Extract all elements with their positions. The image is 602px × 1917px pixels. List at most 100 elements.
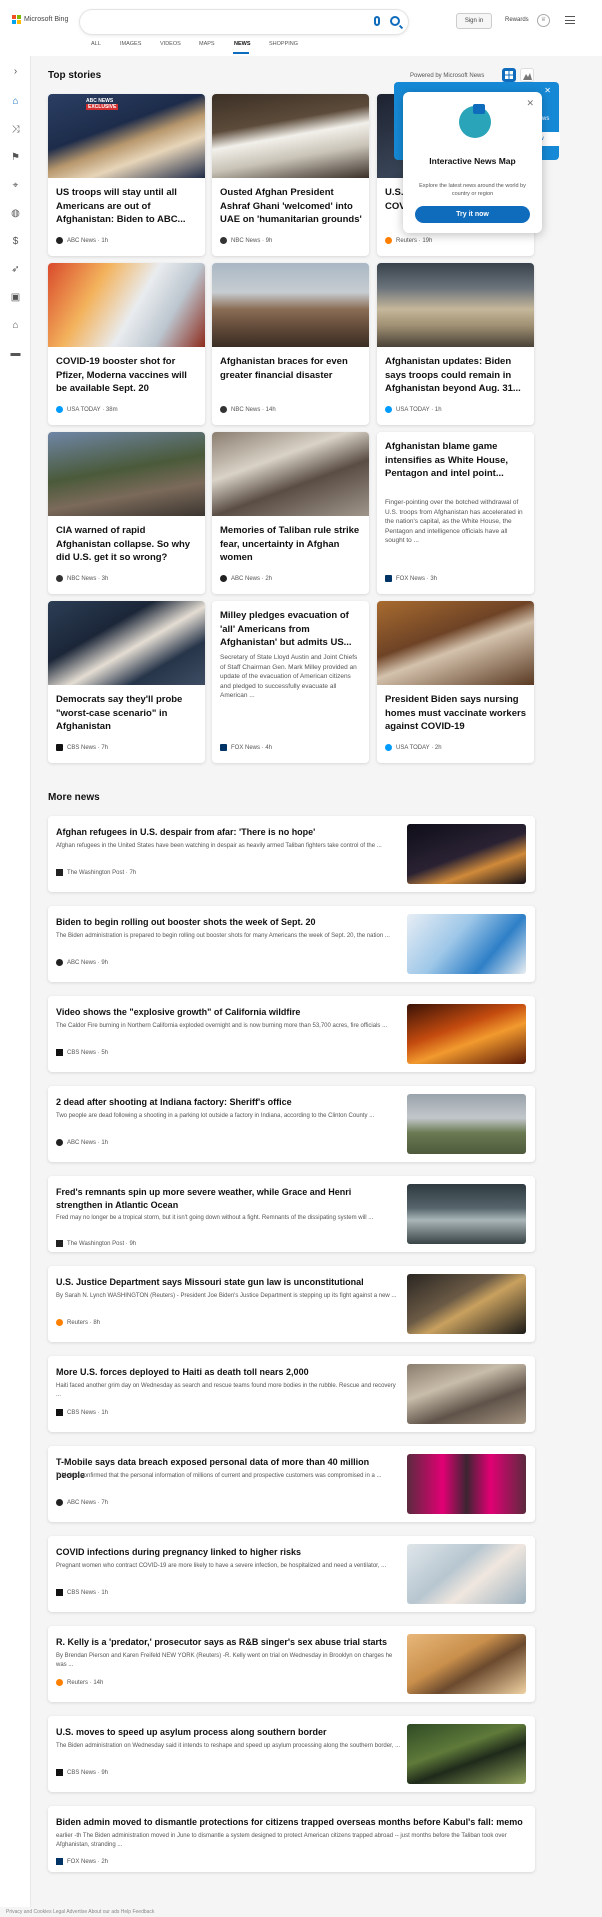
usa-today-icon [385,744,392,751]
story-card[interactable]: Memories of Taliban rule strike fear, un… [212,432,369,594]
home-icon[interactable]: ⌂ [10,96,21,107]
story-snippet: Secretary of State Lloyd Austin and Join… [220,654,358,699]
menu-icon[interactable] [565,16,575,24]
business-icon[interactable]: $ [10,236,21,247]
news-source: CBS News · 1h [56,1409,108,1416]
news-title: More U.S. forces deployed to Haiti as de… [56,1367,309,1377]
shuffle-icon[interactable]: ⤨ [10,124,21,135]
source-label: NBC News · 9h [231,237,273,244]
story-source: FOX News · 3h [385,575,437,582]
fox-news-icon [220,744,227,751]
news-image [407,1724,526,1784]
source-label: ABC News · 9h [67,959,109,966]
rewards-label[interactable]: Rewards [505,17,529,23]
news-image [407,1094,526,1154]
story-card[interactable]: COVID-19 booster shot for Pfizer, Modern… [48,263,205,425]
news-list-item[interactable]: U.S. moves to speed up asylum process al… [48,1716,535,1792]
washington-post-icon [56,869,63,876]
news-list-item[interactable]: Fred's remnants spin up more severe weat… [48,1176,535,1252]
source-label: ABC News · 1h [67,1139,109,1146]
microphone-icon[interactable] [374,16,380,26]
story-source: NBC News · 9h [220,237,272,244]
card-icon[interactable]: ▬ [10,348,21,359]
story-title: Afghanistan braces for even greater fina… [220,356,348,381]
banner-close-icon[interactable]: ✕ [544,86,551,95]
reuters-icon [56,1319,63,1326]
news-title: Afghan refugees in U.S. despair from afa… [56,827,316,837]
cbs-news-icon [56,744,63,751]
popup-title: Interactive News Map [429,156,516,166]
entertainment-icon[interactable]: ▣ [10,292,21,303]
tab-maps[interactable]: MAPS [199,41,215,47]
grid-view-button[interactable] [502,68,516,82]
source-label: CBS News · 9h [67,1769,109,1776]
story-image [48,601,205,685]
source-label: CBS News · 1h [67,1589,109,1596]
story-card[interactable]: Ousted Afghan President Ashraf Ghani 'we… [212,94,369,256]
location-icon[interactable]: ⌖ [10,180,21,191]
politics-icon[interactable]: ⌂ [10,320,21,331]
search-icon[interactable] [390,16,400,26]
story-card[interactable]: Afghanistan braces for even greater fina… [212,263,369,425]
abc-news-icon [56,1499,63,1506]
news-list-item[interactable]: U.S. Justice Department says Missouri st… [48,1266,535,1342]
story-card[interactable]: President Biden says nursing homes must … [377,601,534,763]
news-list-item[interactable]: More U.S. forces deployed to Haiti as de… [48,1356,535,1432]
news-image [407,1454,526,1514]
search-input[interactable] [80,10,408,34]
expand-icon[interactable]: › [10,66,21,77]
story-card[interactable]: Afghanistan blame game intensifies as Wh… [377,432,534,594]
source-label: FOX News · 3h [396,575,438,582]
news-list-item[interactable]: Biden admin moved to dismantle protectio… [48,1806,535,1872]
news-list-item[interactable]: Afghan refugees in U.S. despair from afa… [48,816,535,892]
source-label: CBS News · 5h [67,1049,109,1056]
story-source: NBC News · 3h [56,575,108,582]
fox-news-icon [385,575,392,582]
tab-shopping[interactable]: SHOPPING [269,41,298,47]
news-title: COVID infections during pregnancy linked… [56,1547,302,1557]
news-snippet: Pregnant women who contract COVID-19 are… [56,1563,387,1569]
news-source: Reuters · 8h [56,1319,100,1326]
news-list-item[interactable]: R. Kelly is a 'predator,' prosecutor say… [48,1626,535,1702]
story-card[interactable]: Afghanistan updates: Biden says troops c… [377,263,534,425]
tab-images[interactable]: IMAGES [120,41,141,47]
powered-by-label: Powered by Microsoft News [410,73,485,79]
rocket-icon[interactable]: ➶ [10,264,21,275]
news-source: CBS News · 1h [56,1589,108,1596]
news-list-item[interactable]: COVID infections during pregnancy linked… [48,1536,535,1612]
news-list-item[interactable]: 2 dead after shooting at Indiana factory… [48,1086,535,1162]
news-list-item[interactable]: Biden to begin rolling out booster shots… [48,906,535,982]
try-it-now-button[interactable]: Try it now [415,206,530,223]
tab-all[interactable]: ALL [91,41,101,47]
bing-logo[interactable]: Microsoft Bing [12,15,68,24]
news-map-globe-icon [459,104,491,138]
story-card[interactable]: CIA warned of rapid Afghanistan collapse… [48,432,205,594]
source-label: The Washington Post · 9h [67,1240,137,1247]
news-list-item[interactable]: Video shows the "explosive growth" of Ca… [48,996,535,1072]
cbs-news-icon [56,1049,63,1056]
source-label: USA TODAY · 38m [67,406,118,413]
story-source: USA TODAY · 1h [385,406,442,413]
fox-news-icon [56,1858,63,1865]
news-list-item[interactable]: T-Mobile says data breach exposed person… [48,1446,535,1522]
news-source: ABC News · 1h [56,1139,108,1146]
source-label: Reuters · 14h [67,1679,104,1686]
story-title: President Biden says nursing homes must … [385,694,526,732]
rewards-trophy-icon[interactable]: ♕ [537,14,550,27]
story-card[interactable]: Milley pledges evacuation of 'all' Ameri… [212,601,369,763]
globe-icon[interactable]: ◍ [10,208,21,219]
nbc-news-icon [56,575,63,582]
reuters-icon [56,1679,63,1686]
sign-in-button[interactable]: Sign in [456,13,492,29]
flag-icon[interactable]: ⚑ [10,152,21,163]
tab-news[interactable]: NEWS [234,41,251,47]
cbs-news-icon [56,1409,63,1416]
news-title: Fred's remnants spin up more severe weat… [56,1187,352,1210]
map-view-button[interactable] [520,68,534,82]
tab-videos[interactable]: VIDEOS [160,41,181,47]
story-card[interactable]: Democrats say they'll probe "worst-case … [48,601,205,763]
close-icon[interactable]: ✕ [526,98,534,109]
story-card[interactable]: ABC NEWS EXCLUSIVE US troops will stay u… [48,94,205,256]
news-snippet: Afghan refugees in the United States hav… [56,843,382,849]
news-image [407,1364,526,1424]
